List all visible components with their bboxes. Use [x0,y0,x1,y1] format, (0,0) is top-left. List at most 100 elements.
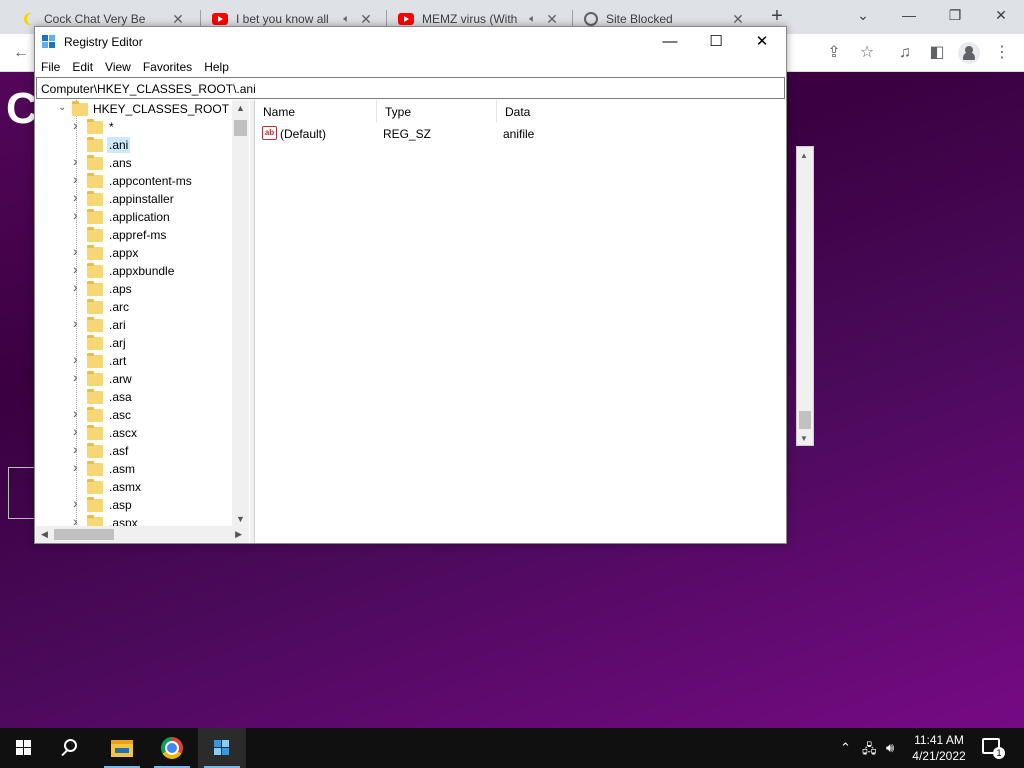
scroll-down-icon[interactable]: ▼ [800,434,808,443]
address-bar[interactable]: Computer\HKEY_CLASSES_ROOT\.ani [36,77,785,99]
chevron-right-icon[interactable]: › [73,441,78,457]
column-header-data[interactable]: Data [497,100,783,122]
chevron-right-icon[interactable]: › [73,495,78,511]
menu-file[interactable]: File [35,57,66,77]
page-scrollbar[interactable]: ▲ ▼ [796,146,814,446]
scroll-down-icon[interactable]: ▼ [236,514,245,524]
restore-icon[interactable]: ❐ [932,4,978,30]
tree-item[interactable]: .arj [36,334,236,352]
share-icon[interactable]: ⇪ [823,42,845,64]
title-bar[interactable]: Registry Editor — ☐ ✕ [35,27,786,57]
tree-item[interactable]: .ani [36,136,236,154]
close-icon[interactable]: ✕ [978,4,1024,30]
maximize-icon[interactable]: ☐ [693,29,739,55]
clock[interactable]: 11:41 AM 4/21/2022 [908,732,970,764]
tree-item-label: .application [109,210,170,224]
tree-item-root[interactable]: ⌄ HKEY_CLASSES_ROOT [36,100,236,118]
folder-icon [87,371,103,386]
scroll-thumb[interactable] [234,120,247,136]
tree-item[interactable]: › .appinstaller [36,189,236,208]
close-tab-icon[interactable]: ✕ [730,11,746,28]
chevron-right-icon[interactable]: › [73,351,78,367]
tree-item[interactable]: › .asp [36,495,236,514]
scroll-up-icon[interactable]: ▲ [800,151,808,160]
column-header-name[interactable]: Name [255,100,377,122]
tree-item[interactable]: › .ascx [36,423,236,442]
tree-item[interactable]: › .ari [36,315,236,334]
close-icon[interactable]: ✕ [739,29,785,55]
tree-item[interactable]: › .asc [36,405,236,424]
column-header-type[interactable]: Type [377,100,497,122]
network-icon[interactable]: 🖧︎ [862,740,877,762]
tree-item-label: .ari [109,318,126,332]
tree-item[interactable]: › .appcontent-ms [36,171,236,190]
chevron-right-icon[interactable]: › [73,459,78,475]
tree-horizontal-scrollbar[interactable]: ◀ ▶ [36,526,249,543]
tree-item[interactable]: .appref-ms [36,226,236,244]
scroll-left-icon[interactable]: ◀ [41,529,48,540]
chevron-right-icon[interactable]: › [73,279,78,295]
bookmark-star-icon[interactable]: ☆ [856,42,878,64]
chevron-right-icon[interactable]: › [73,117,78,133]
key-tree[interactable]: ⌄ HKEY_CLASSES_ROOT › * .ani › .ans › .appcont… [36,100,250,543]
file-explorer-button[interactable] [98,728,146,768]
chevron-up-icon[interactable]: ⌃ [840,740,851,756]
chevron-right-icon[interactable]: › [73,243,78,259]
tree-item[interactable]: › .asm [36,459,236,478]
chevron-right-icon[interactable]: › [73,207,78,223]
side-panel-icon[interactable]: ◧ [926,42,948,64]
chevron-right-icon[interactable]: › [73,189,78,205]
close-tab-icon[interactable]: ✕ [358,11,374,28]
scroll-thumb[interactable] [799,411,811,429]
profile-avatar-icon[interactable] [958,42,980,64]
tree-item[interactable]: .asa [36,388,236,406]
close-tab-icon[interactable]: ✕ [170,11,186,28]
menu-help[interactable]: Help [198,57,235,77]
chevron-right-icon[interactable]: › [73,171,78,187]
folder-icon [87,137,103,152]
tree-item[interactable]: › .aps [36,279,236,298]
close-tab-icon[interactable]: ✕ [544,11,560,28]
minimize-icon[interactable]: — [647,29,693,55]
tree-item[interactable]: › * [36,117,236,136]
start-button[interactable] [0,728,48,768]
tree-item[interactable]: › .art [36,351,236,370]
menu-kebab-icon[interactable]: ⋮ [991,42,1013,64]
tree-item[interactable]: .asmx [36,478,236,496]
tree-item[interactable]: › .ans [36,153,236,172]
back-icon[interactable]: ← [10,42,32,64]
chevron-right-icon[interactable]: › [73,369,78,385]
tree-item[interactable]: › .arw [36,369,236,388]
menu-favorites[interactable]: Favorites [137,57,198,77]
moon-icon [24,13,36,25]
chrome-button[interactable] [148,728,196,768]
chevron-right-icon[interactable]: › [73,423,78,439]
tree-item[interactable]: .arc [36,298,236,316]
chevron-right-icon[interactable]: › [73,315,78,331]
media-control-icon[interactable]: ♫ [894,42,916,64]
chevron-right-icon[interactable]: › [73,261,78,277]
scroll-thumb[interactable] [54,529,114,540]
speaker-icon[interactable]: 🔈︎ [529,13,536,26]
value-row[interactable]: ab (Default) REG_SZ anifile [255,124,785,144]
tree-vertical-scrollbar[interactable]: ▲ ▼ [232,100,249,526]
tree-item-label: .appxbundle [109,264,175,278]
tree-item[interactable]: › .asf [36,441,236,460]
speaker-icon[interactable]: 🔈︎ [343,13,350,26]
search-button[interactable] [49,728,97,768]
tree-item[interactable]: › .appx [36,243,236,262]
chevron-right-icon[interactable]: › [73,153,78,169]
minimize-icon[interactable]: — [886,4,932,30]
tab-search-icon[interactable]: ⌄ [840,4,886,30]
volume-icon[interactable]: 🔊︎ [886,740,894,756]
menu-view[interactable]: View [99,57,137,77]
chevron-down-icon[interactable]: ⌄ [58,102,66,113]
new-tab-button[interactable]: + [766,6,788,28]
chevron-right-icon[interactable]: › [73,405,78,421]
tree-item[interactable]: › .appxbundle [36,261,236,280]
scroll-up-icon[interactable]: ▲ [236,103,245,113]
scroll-right-icon[interactable]: ▶ [235,529,242,540]
menu-edit[interactable]: Edit [66,57,99,77]
registry-editor-taskbar-button[interactable] [198,728,246,768]
tree-item[interactable]: › .application [36,207,236,226]
